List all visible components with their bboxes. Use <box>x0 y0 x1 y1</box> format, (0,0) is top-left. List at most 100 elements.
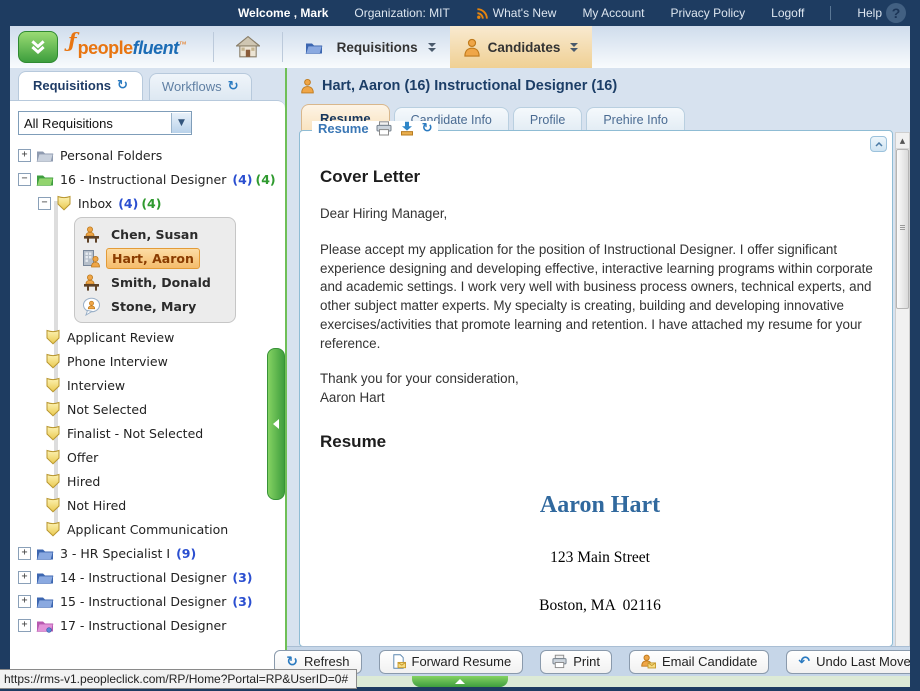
tree-node-req14[interactable]: + 14 - Instructional Designer (3) <box>18 565 285 589</box>
scroll-up-button[interactable]: ▲ <box>896 133 909 149</box>
tree-label: 14 - Instructional Designer <box>60 570 226 585</box>
tab-workflows[interactable]: Workflows ↻ <box>149 73 252 100</box>
stage-shield-icon <box>45 497 61 513</box>
tab-prehire-info[interactable]: Prehire Info <box>586 107 685 132</box>
filter-selected-value: All Requisitions <box>19 116 171 131</box>
expand-icon[interactable]: + <box>18 149 31 162</box>
tab-requisitions-label: Requisitions <box>33 78 111 93</box>
print-button[interactable]: Print <box>540 650 612 674</box>
stage-shield-icon <box>45 425 61 441</box>
folder-grey-icon <box>36 148 54 163</box>
forward-resume-icon <box>391 654 406 669</box>
stage-label: Not Selected <box>67 402 147 417</box>
vertical-scrollbar[interactable]: ▲ ▼ <box>895 132 910 668</box>
refresh-icon[interactable]: ↻ <box>228 80 239 93</box>
logo-people: people <box>78 38 133 59</box>
bottom-collapse-handle[interactable] <box>412 676 508 687</box>
refresh-icon[interactable]: ↻ <box>422 122 433 135</box>
tree-node-req16[interactable]: − 16 - Instructional Designer (4) (4) <box>18 167 285 191</box>
person-icon <box>464 38 480 57</box>
folder-pink-icon <box>36 618 54 633</box>
collapse-node-icon[interactable]: − <box>18 173 31 186</box>
folder-green-icon <box>36 172 54 187</box>
my-account-link[interactable]: My Account <box>582 6 644 20</box>
tree-label: 3 - HR Specialist I <box>60 546 170 561</box>
nav-requisitions[interactable]: Requisitions <box>291 26 450 68</box>
expand-icon[interactable]: + <box>18 595 31 608</box>
stage-hired[interactable]: Hired <box>18 469 285 493</box>
print-icon[interactable] <box>376 121 392 136</box>
candidate-hart-aaron[interactable]: Hart, Aaron <box>75 246 235 270</box>
sidebar-collapse-splitter[interactable] <box>267 348 285 500</box>
expand-icon[interactable]: + <box>18 571 31 584</box>
requisition-filter-select[interactable]: All Requisitions ▼ <box>18 111 192 135</box>
welcome-text: Welcome , Mark <box>238 6 328 20</box>
panel-title: Resume <box>318 121 369 136</box>
scrollbar-thumb[interactable] <box>896 149 909 309</box>
stage-offer[interactable]: Offer <box>18 445 285 469</box>
help-link[interactable]: Help ? <box>857 3 906 23</box>
stage-interview[interactable]: Interview <box>18 373 285 397</box>
email-candidate-button[interactable]: Email Candidate <box>629 650 769 674</box>
whats-new-link[interactable]: What's New <box>476 6 557 20</box>
count-new: (4) <box>232 172 252 187</box>
candidate-chen-susan[interactable]: Chen, Susan <box>75 222 235 246</box>
folder-icon <box>305 40 323 55</box>
nav-candidates[interactable]: Candidates <box>450 26 593 68</box>
stage-not-hired[interactable]: Not Hired <box>18 493 285 517</box>
dropdown-arrow-icon[interactable]: ▼ <box>171 113 191 133</box>
undo-last-move-button[interactable]: ↶ Undo Last Move <box>786 650 910 674</box>
download-resume-icon[interactable] <box>399 121 415 136</box>
logo-fluent: fluent <box>133 38 179 59</box>
tab-profile[interactable]: Profile <box>513 107 582 132</box>
tree-node-req17[interactable]: + 17 - Instructional Designer <box>18 613 285 637</box>
topbar-divider <box>830 6 831 20</box>
stage-not-selected[interactable]: Not Selected <box>18 397 285 421</box>
cover-letter-body: Please accept my application for the pos… <box>320 241 880 354</box>
collapse-up-arrow-icon <box>455 679 465 684</box>
email-candidate-label: Email Candidate <box>662 654 757 669</box>
refresh-icon: ↻ <box>286 655 298 669</box>
logoff-link[interactable]: Logoff <box>771 6 804 20</box>
candidate-name: Smith, Donald <box>106 273 216 292</box>
stage-finalist-not-selected[interactable]: Finalist - Not Selected <box>18 421 285 445</box>
app-launcher-icon[interactable] <box>18 31 58 63</box>
count: (3) <box>232 594 252 609</box>
home-button[interactable] <box>222 26 274 68</box>
collapse-node-icon[interactable]: − <box>38 197 51 210</box>
tree-node-req3[interactable]: + 3 - HR Specialist I (9) <box>18 541 285 565</box>
tree-node-req15[interactable]: + 15 - Instructional Designer (3) <box>18 589 285 613</box>
expand-icon[interactable]: + <box>18 619 31 632</box>
privacy-policy-link[interactable]: Privacy Policy <box>670 6 745 20</box>
cover-letter-heading: Cover Letter <box>320 167 880 187</box>
refresh-icon[interactable]: ↻ <box>117 79 128 92</box>
sidebar-tabs: Requisitions ↻ Workflows ↻ <box>10 68 285 100</box>
chevron-down-icon <box>570 43 578 52</box>
status-url: https://rms-v1.peopleclick.com/RP/Home?P… <box>4 672 348 686</box>
tab-workflows-label: Workflows <box>162 79 222 94</box>
forward-resume-button[interactable]: Forward Resume <box>379 650 524 674</box>
email-candidate-icon <box>641 654 656 669</box>
tree-node-personal-folders[interactable]: + Personal Folders <box>18 143 285 167</box>
tree-label: Inbox <box>78 196 112 211</box>
help-icon: ? <box>886 3 906 23</box>
folder-blue-icon <box>36 570 54 585</box>
help-label: Help <box>857 6 882 20</box>
candidate-smith-donald[interactable]: Smith, Donald <box>75 270 235 294</box>
tree-node-inbox[interactable]: − Inbox (4) (4) <box>18 191 285 215</box>
count-new: (4) <box>118 196 138 211</box>
stage-phone-interview[interactable]: Phone Interview <box>18 349 285 373</box>
stage-shield-icon <box>56 195 72 211</box>
stage-label: Offer <box>67 450 98 465</box>
tab-requisitions[interactable]: Requisitions ↻ <box>18 71 143 100</box>
stage-applicant-communication[interactable]: Applicant Communication <box>18 517 285 541</box>
stage-applicant-review[interactable]: Applicant Review <box>18 325 285 349</box>
person-icon <box>301 78 314 94</box>
expand-icon[interactable]: + <box>18 547 31 560</box>
count: (3) <box>232 570 252 585</box>
app-window: Welcome , Mark Organization: MIT What's … <box>0 0 920 691</box>
nav-divider <box>282 32 283 62</box>
candidate-stone-mary[interactable]: Stone, Mary <box>75 294 235 318</box>
organization-text: Organization: MIT <box>354 6 449 20</box>
candidate-name: Chen, Susan <box>106 225 203 244</box>
